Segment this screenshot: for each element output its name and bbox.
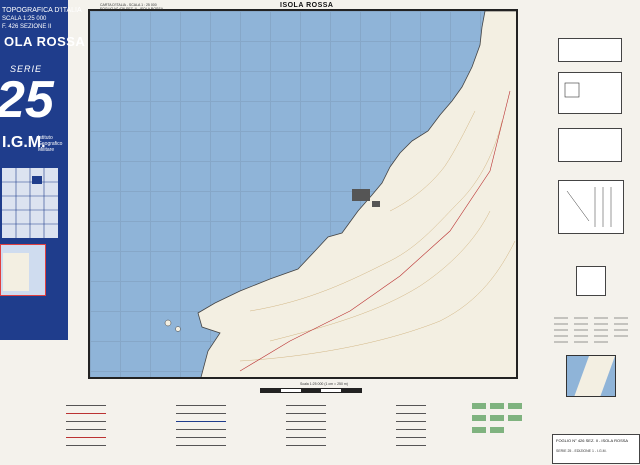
map-frame — [88, 9, 518, 379]
legend-col-1 — [66, 399, 156, 459]
legend-col-4 — [396, 399, 466, 459]
inset-land — [574, 356, 615, 396]
map-title: ISOLA ROSSA — [280, 2, 334, 9]
scale-bar — [260, 388, 362, 393]
scale-label: Scala 1:25 000 (1 cm = 250 m) — [300, 382, 348, 386]
conversion-diagram — [558, 180, 624, 234]
cover-series-number: 25 — [0, 71, 54, 129]
sheet-subtitle: SERIE 25 - EDIZIONE 1 - I.G.M. — [556, 449, 607, 453]
igm-subtitle: Istituto Geografico Militare — [38, 135, 63, 153]
cover-map-name: OLA ROSSA — [4, 34, 86, 49]
declination-diagram — [558, 72, 622, 114]
index-grid-svg — [2, 168, 58, 238]
legend-col-2 — [176, 399, 266, 459]
cover-sheet: F. 426 SEZIONE II — [2, 24, 52, 30]
sheet-index-grid — [2, 168, 58, 238]
sheet-title: FOGLIO N° 426 SEZ. II - ISOLA ROSSA — [556, 438, 629, 443]
info-box-1 — [558, 38, 622, 62]
legend-col-3 — [286, 399, 376, 459]
sheet-title-box: FOGLIO N° 426 SEZ. II - ISOLA ROSSA SERI… — [552, 434, 640, 464]
adjacent-sheets-box — [576, 266, 606, 296]
cover-panel: TOPOGRAFICA D'ITALIA SCALA 1:25 000 F. 4… — [0, 0, 85, 340]
map-header-left: CARTA D'ITALIA - SCALA 1 : 25 000 FOGLIO… — [100, 3, 164, 11]
cover-title: TOPOGRAFICA D'ITALIA — [2, 7, 82, 14]
location-map-land — [3, 253, 29, 291]
inset-location-map — [566, 355, 616, 397]
grid-reference-box — [558, 128, 622, 162]
cover-scale: SCALA 1:25 000 — [2, 16, 47, 22]
coastline-svg — [164, 11, 516, 377]
legend-panel — [66, 399, 546, 459]
abbreviations-table — [552, 314, 632, 350]
location-map — [0, 244, 46, 296]
